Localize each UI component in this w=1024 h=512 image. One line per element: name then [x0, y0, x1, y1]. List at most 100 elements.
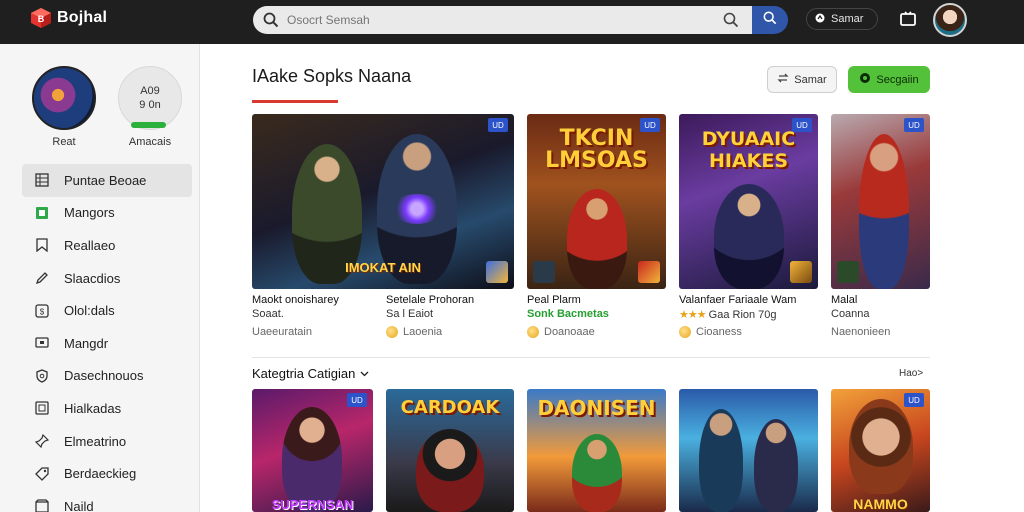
thumb-caption: NAMMO: [853, 496, 908, 512]
thumb-caption: SUPERNSAN: [271, 497, 354, 512]
thumb-heading: DAONISEN: [537, 396, 656, 420]
sidebar-item-6[interactable]: Dasechnouos: [22, 360, 192, 393]
cast-icon[interactable]: [899, 10, 917, 33]
card-footer: Naenonieen: [831, 326, 890, 338]
tag-icon: [34, 466, 50, 482]
thumb-heading: CARDOAK: [400, 397, 500, 418]
logo-text: Bojhal: [57, 9, 108, 26]
hero-figure: [699, 409, 743, 512]
thumb-heading: TKCIN LMSOAS: [545, 126, 648, 173]
card-title[interactable]: Setelale Prohoran: [386, 294, 474, 306]
sidebar-item-9[interactable]: Berdaeckieg: [22, 457, 192, 490]
profile-level-badge[interactable]: A09 9 0n: [118, 66, 182, 130]
sidebar-item-2[interactable]: Reallaeo: [22, 229, 192, 262]
sidebar-item-7[interactable]: Hialkadas: [22, 392, 192, 425]
user-avatar[interactable]: [933, 3, 967, 37]
category-card-0[interactable]: UD SUPERNSAN: [252, 389, 373, 512]
profile2-label: Amacais: [128, 136, 172, 148]
see-more-link[interactable]: Hao>: [899, 368, 923, 379]
card-footer: Doanoaae: [527, 326, 595, 338]
game-app-icon: [790, 261, 812, 283]
card-footer-text: Cioaness: [696, 326, 742, 338]
sidebar-item-label: Mangdr: [64, 335, 109, 351]
user-label: Samar: [831, 13, 864, 25]
app-logo[interactable]: B Bojhal: [30, 7, 107, 29]
category-card-3[interactable]: [679, 389, 818, 512]
sidebar-item-0[interactable]: Puntae Beoae: [22, 164, 192, 197]
card-footer-text: Uaeeuratain: [252, 326, 312, 338]
primary-action-button[interactable]: Secgaiin: [848, 66, 930, 93]
sidebar-item-label: Berdaeckieg: [64, 466, 137, 482]
card-badge: UD: [904, 393, 924, 407]
dollar-box-icon: $: [34, 303, 50, 319]
card-subtitle: Soaat.: [252, 308, 284, 320]
card-subtitle-text: Gaa Rion 70g: [708, 309, 777, 321]
page-title: IAake Sopks Naana: [252, 66, 412, 86]
featured-card-4[interactable]: UD: [831, 114, 930, 289]
hero-figure: [849, 399, 913, 494]
sidebar-item-5[interactable]: Mangdr: [22, 327, 192, 360]
thumb-caption: IMOKAT AIN: [345, 260, 421, 275]
sidebar-nav: Puntae Beoae Mangors Reallaeo Slaacdios …: [22, 164, 192, 512]
image-box-icon: [34, 400, 50, 416]
featured-card-0[interactable]: UD IMOKAT AIN: [252, 114, 514, 289]
search-bar[interactable]: [253, 6, 753, 34]
monitor-icon: [34, 335, 50, 351]
category-card-2[interactable]: DAONISEN: [527, 389, 666, 512]
search-submit-icon: [763, 11, 777, 30]
sidebar-item-label: Elmeatrino: [64, 433, 127, 449]
card-footer: Laoenia: [386, 326, 442, 338]
section-title[interactable]: Kategtria Catigian: [252, 366, 369, 381]
shield-icon: [34, 368, 50, 384]
user-status-icon: [815, 13, 825, 26]
box-icon: [34, 498, 50, 512]
sidebar-item-4[interactable]: $ Olol:dals: [22, 294, 192, 327]
svg-text:B: B: [38, 14, 45, 24]
category-card-1[interactable]: CARDOAK: [386, 389, 514, 512]
profile2-line2: 9 0n: [139, 99, 161, 111]
featured-card-2[interactable]: TKCIN LMSOAS UD: [527, 114, 666, 289]
card-title[interactable]: Maokt onoisharey: [252, 294, 339, 306]
profile-progress-bar: [131, 122, 166, 128]
svg-text:$: $: [40, 307, 45, 316]
card-badge: UD: [488, 118, 508, 132]
profile2-line1: A09: [140, 85, 160, 97]
sidebar-item-label: Puntae Beoae: [64, 172, 147, 188]
sidebar-item-label: Mangors: [64, 205, 115, 221]
profile-avatar-game[interactable]: [32, 66, 96, 130]
logo-cube-icon: B: [30, 7, 52, 29]
top-bar: B Bojhal Samar: [0, 0, 1024, 44]
featured-card-3[interactable]: DYUAAIC HIAKES UD: [679, 114, 818, 289]
category-card-4[interactable]: UD NAMMO: [831, 389, 930, 512]
card-footer: Uaeeuratain: [252, 326, 312, 338]
sidebar-item-10[interactable]: Naild: [22, 490, 192, 512]
hero-figure: [567, 189, 627, 289]
sidebar-item-8[interactable]: Elmeatrino: [22, 425, 192, 458]
card-subtitle: Coanna: [831, 308, 870, 320]
rating-stars-icon: ★★★: [679, 309, 707, 321]
card-footer-text: Doanoaae: [544, 326, 595, 338]
pin-icon: [34, 433, 50, 449]
search-input[interactable]: [287, 13, 707, 27]
coin-icon: [679, 326, 691, 338]
green-square-icon: [34, 205, 50, 221]
card-badge: UD: [904, 118, 924, 132]
section-divider: [252, 357, 930, 358]
search-inner-icon[interactable]: [723, 12, 739, 33]
search-button[interactable]: [752, 6, 788, 34]
profile1-label: Reat: [52, 136, 76, 148]
sidebar-item-1[interactable]: Mangors: [22, 197, 192, 230]
hero-figure: [859, 134, 909, 289]
coin-icon: [386, 326, 398, 338]
hero-figure: [416, 429, 484, 512]
card-title[interactable]: Valanfaer Fariaale Wam: [679, 294, 796, 306]
save-button[interactable]: Samar: [767, 66, 837, 93]
primary-label: Secgaiin: [876, 73, 919, 86]
grid-icon: [34, 172, 50, 188]
sidebar-item-3[interactable]: Slaacdios: [22, 262, 192, 295]
chevron-down-icon: [360, 366, 369, 381]
user-menu-button[interactable]: Samar: [806, 8, 878, 30]
card-title[interactable]: Malal: [831, 294, 857, 306]
card-title[interactable]: Peal Plarm: [527, 294, 581, 306]
bookmark-icon: [34, 237, 50, 253]
